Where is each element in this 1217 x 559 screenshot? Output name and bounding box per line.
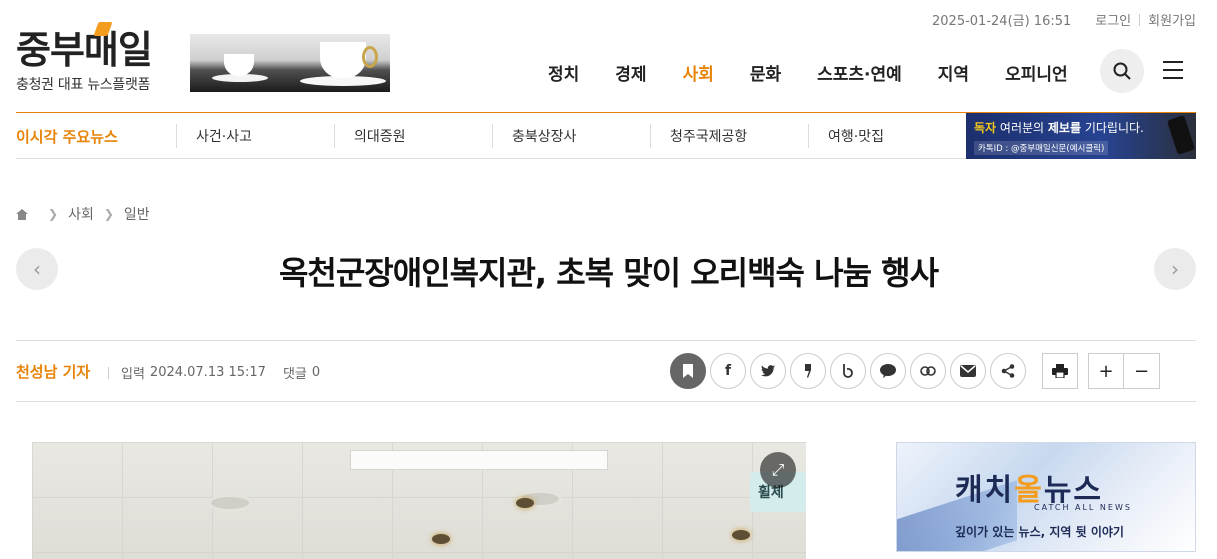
chevron-right-icon: ❯ [103, 207, 114, 221]
divider [808, 124, 809, 148]
banner-cup [320, 42, 366, 78]
login-link[interactable]: 로그인 [1095, 10, 1131, 29]
hot-news-bar: 이시각 주요뉴스 사건·사고 의대증원 충북상장사 청주국제공항 여행·맛집 독… [16, 112, 1196, 159]
divider [108, 366, 109, 379]
menu-line [1163, 77, 1183, 79]
twitter-icon[interactable] [750, 353, 786, 389]
font-increase-button[interactable]: + [1088, 353, 1124, 389]
tip-banner-headline: 독자 여러분의 제보를 기다립니다. [974, 119, 1188, 136]
article-meta: 입력 2024.07.13 15:17 댓글 0 [108, 363, 320, 382]
keyword-link[interactable]: 청주국제공항 [670, 126, 747, 146]
tip-banner-bold: 제보를 [1047, 121, 1082, 135]
signup-link[interactable]: 회원가입 [1148, 10, 1196, 29]
expand-photo-button[interactable]: ⤢ [760, 452, 796, 488]
banner-cup-handle [362, 46, 378, 68]
menu-line [1163, 69, 1183, 71]
nav-item-region[interactable]: 지역 [938, 60, 969, 85]
minus-icon: − [1133, 360, 1150, 382]
phone-illustration [1166, 115, 1196, 155]
article-tools: + − [1042, 353, 1160, 389]
logo-tagline: 충청권 대표 뉴스플랫폼 [16, 77, 151, 93]
divider [650, 124, 651, 148]
header-ad-banner[interactable] [190, 34, 390, 92]
chevron-right-icon: › [1171, 257, 1179, 281]
share-buttons: f [670, 353, 1030, 389]
band-icon[interactable] [830, 353, 866, 389]
catch-all-news-banner[interactable]: 캐치올뉴스 CATCH ALL NEWS 깊이가 있는 뉴스, 지역 뒷 이야기 [896, 442, 1196, 552]
ceiling-lamp [350, 450, 608, 470]
article-title: 옥천군장애인복지관, 초복 맞이 오리백숙 나눔 행사 [278, 254, 939, 292]
tip-banner-kakao-id: 카톡ID : @중부매일신문(예시클릭) [974, 141, 1109, 155]
plus-icon: + [1098, 360, 1114, 382]
home-icon[interactable] [16, 208, 28, 220]
logo-name: 중부매일 [16, 28, 153, 72]
next-article-button[interactable]: › [1154, 248, 1196, 290]
ceiling-spotlight [732, 530, 750, 540]
nav-item-culture[interactable]: 문화 [750, 60, 781, 85]
tip-banner-mid: 여러분의 [996, 121, 1048, 135]
input-date: 2024.07.13 15:17 [149, 365, 266, 380]
banner-cup [224, 54, 254, 76]
keyword-link[interactable]: 충북상장사 [512, 126, 576, 146]
facebook-icon[interactable]: f [710, 353, 746, 389]
share-icon[interactable] [990, 353, 1026, 389]
hamburger-menu-icon[interactable] [1163, 61, 1183, 79]
chevron-left-icon: ‹ [33, 257, 41, 281]
logo-wordmark: 중부매일 [16, 22, 153, 72]
chevron-right-icon: ❯ [48, 207, 59, 221]
breadcrumb-section[interactable]: 사회 [68, 204, 94, 224]
keyword-link[interactable]: 여행·맛집 [828, 126, 884, 146]
tip-banner-suffix: 기다립니다. [1081, 121, 1144, 135]
banner-english: CATCH ALL NEWS [1034, 503, 1132, 512]
nav-item-opinion[interactable]: 오피니언 [1005, 60, 1068, 85]
input-label: 입력 [121, 367, 145, 382]
banner-title-pre: 캐치 [955, 473, 1015, 508]
breadcrumb-subsection[interactable]: 일반 [124, 204, 150, 224]
breadcrumb: ❯ 사회 ❯ 일반 [16, 204, 150, 224]
kakaotalk-icon[interactable] [870, 353, 906, 389]
divider [1139, 13, 1141, 26]
ceiling-spotlight [432, 534, 450, 544]
current-date: 2025-01-24(금) 16:51 [932, 14, 1072, 29]
nav-item-sports[interactable]: 스포츠·연예 [817, 60, 902, 85]
ceiling-spotlight [516, 498, 534, 508]
news-tip-banner[interactable]: 독자 여러분의 제보를 기다립니다. 카톡ID : @중부매일신문(예시클릭) [966, 113, 1196, 159]
bookmark-icon[interactable] [670, 353, 706, 389]
site-logo[interactable]: 중부매일 충청권 대표 뉴스플랫폼 [16, 22, 153, 94]
link-icon[interactable] [910, 353, 946, 389]
utility-bar: 2025-01-24(금) 16:51 로그인 회원가입 [932, 10, 1196, 29]
expand-icon: ⤢ [771, 460, 785, 479]
search-icon [1113, 62, 1131, 80]
banner-slogan: 깊이가 있는 뉴스, 지역 뒷 이야기 [955, 525, 1124, 539]
keyword-link[interactable]: 사건·사고 [196, 126, 252, 146]
kakaostory-icon[interactable] [790, 353, 826, 389]
nav-item-society[interactable]: 사회 [683, 60, 714, 85]
article-photo[interactable]: 휠체 ⤢ [32, 442, 806, 559]
tip-banner-prefix: 독자 [974, 121, 997, 135]
menu-line [1163, 61, 1183, 63]
search-button[interactable] [1100, 49, 1144, 93]
nav-item-economy[interactable]: 경제 [615, 60, 646, 85]
hot-news-label: 이시각 주요뉴스 [16, 128, 118, 146]
comment-count[interactable]: 0 [312, 365, 320, 380]
prev-article-button[interactable]: ‹ [16, 248, 58, 290]
nav-item-politics[interactable]: 정치 [548, 60, 579, 85]
print-icon [1052, 364, 1068, 378]
comment-label[interactable]: 댓글 [283, 363, 307, 382]
article-info-bar: 천성남 기자 입력 2024.07.13 15:17 댓글 0 f + − [16, 340, 1196, 402]
keyword-link[interactable]: 의대증원 [354, 126, 406, 146]
email-icon[interactable] [950, 353, 986, 389]
divider [334, 124, 335, 148]
ceiling-vent [208, 494, 252, 512]
article-writer[interactable]: 천성남 기자 [16, 361, 90, 382]
font-decrease-button[interactable]: − [1124, 353, 1160, 389]
print-button[interactable] [1042, 353, 1078, 389]
main-nav: 정치 경제 사회 문화 스포츠·연예 지역 오피니언 [548, 60, 1104, 85]
divider [492, 124, 493, 148]
divider [176, 124, 177, 148]
